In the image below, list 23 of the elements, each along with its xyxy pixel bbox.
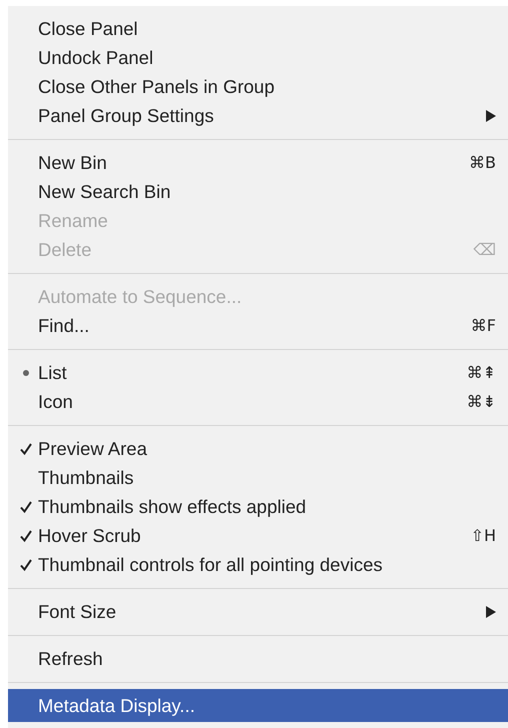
menu-item[interactable]: Close Other Panels in Group	[8, 72, 508, 101]
menu-item[interactable]: Close Panel	[8, 14, 508, 43]
menu-item[interactable]: New Search Bin	[8, 177, 508, 206]
menu-item[interactable]: Find... ⌘F	[8, 311, 508, 340]
shortcut: ⌫	[473, 240, 496, 259]
menu-item[interactable]: Panel Group Settings	[8, 101, 508, 130]
shortcut: ⌘B	[469, 153, 496, 172]
menu-item[interactable]: Metadata Display...	[8, 689, 508, 722]
menu-item[interactable]: Thumbnails	[8, 463, 508, 492]
menu-item[interactable]: Hover Scrub ⇧H	[8, 521, 508, 550]
menu-item[interactable]: List ⌘⇞	[8, 358, 508, 387]
menu-item[interactable]: Preview Area	[8, 434, 508, 463]
shortcut: ⌘⇞	[466, 363, 496, 382]
menu-item[interactable]: Thumbnail controls for all pointing devices	[8, 550, 508, 579]
shortcut: ⌘⇟	[466, 392, 496, 411]
menu-item[interactable]: Font Size	[8, 597, 508, 626]
menu-item[interactable]: New Bin ⌘B	[8, 148, 508, 177]
menu-item[interactable]: Thumbnails show effects applied	[8, 492, 508, 521]
shortcut: ⌘F	[470, 316, 496, 335]
menu-item[interactable]: Undock Panel	[8, 43, 508, 72]
menu-item[interactable]: Icon ⌘⇟	[8, 387, 508, 416]
shortcut: ⇧H	[470, 526, 496, 545]
menu-item[interactable]: Refresh	[8, 644, 508, 673]
